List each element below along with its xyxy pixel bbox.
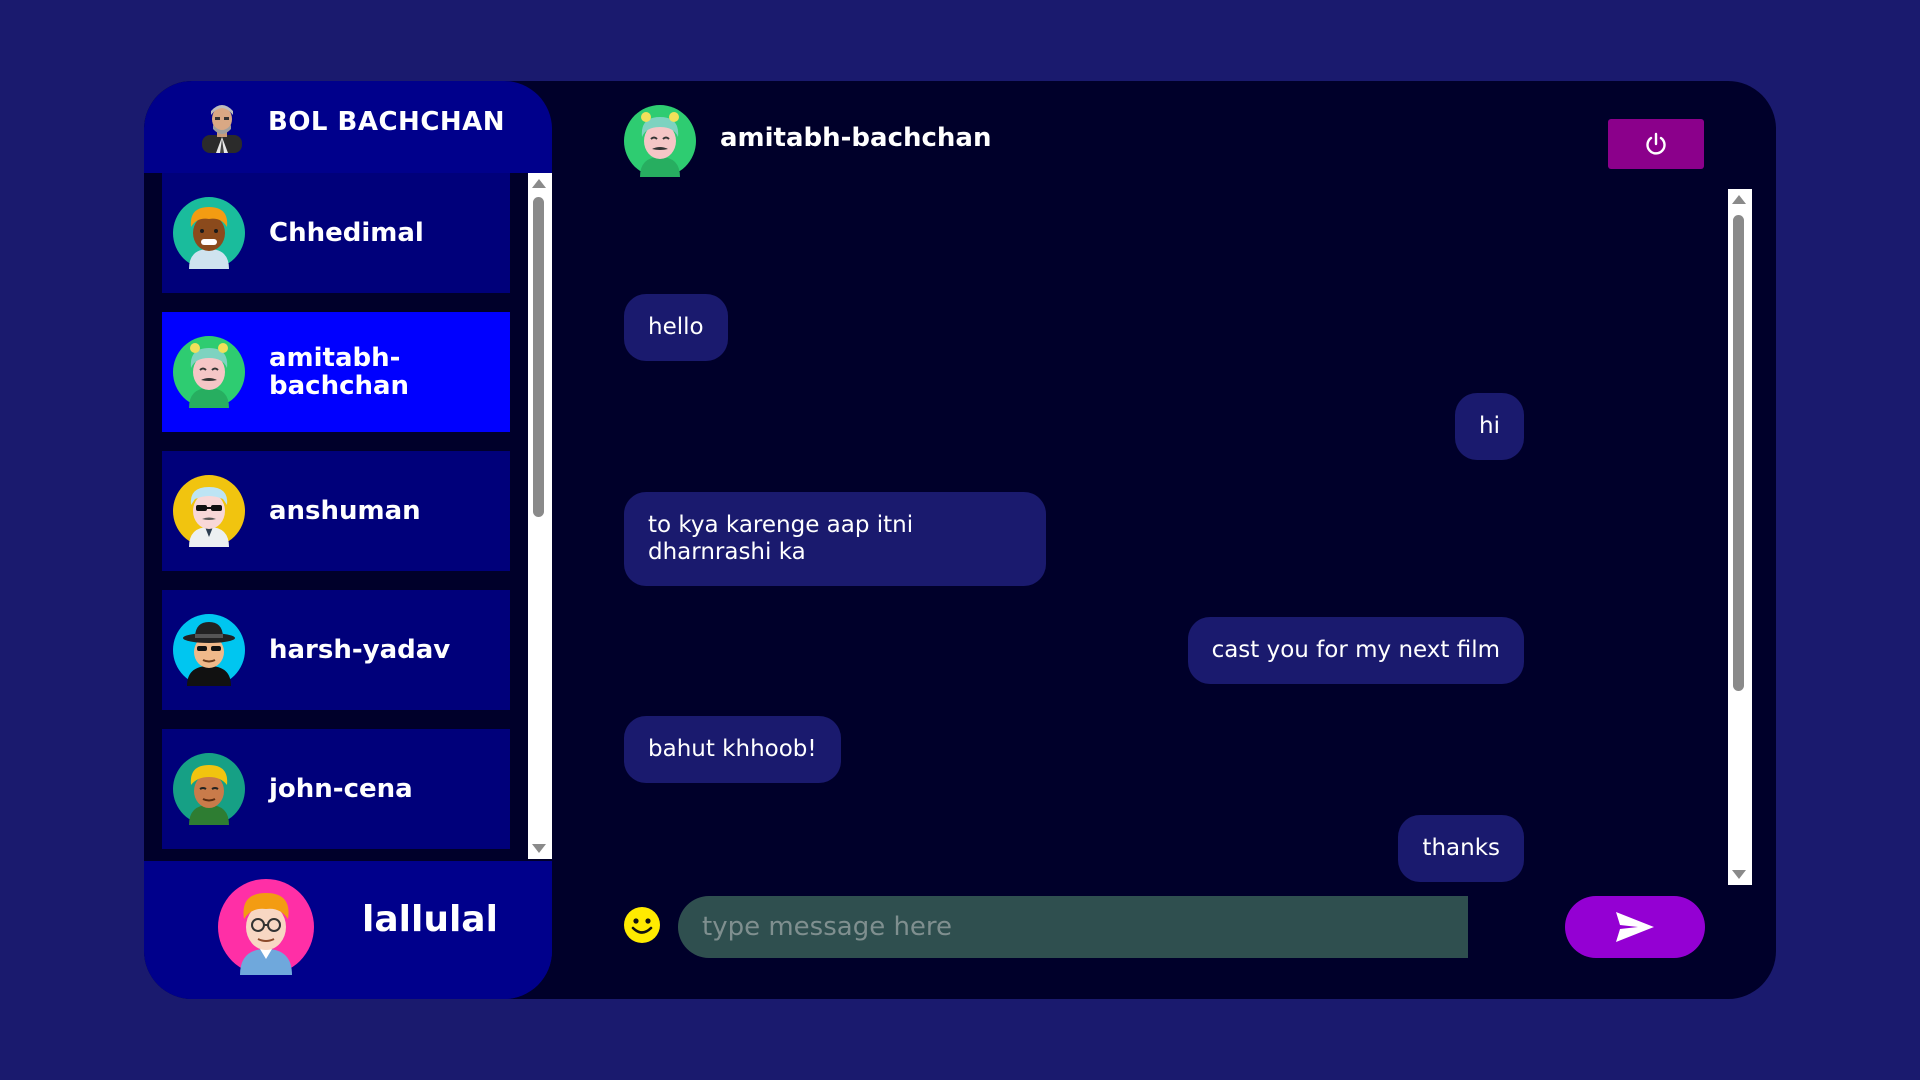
contact-item-john-cena[interactable]: john-cena: [162, 729, 510, 849]
message-bubble-sent: cast you for my next film: [1187, 617, 1524, 684]
scroll-up-arrow-icon[interactable]: [532, 179, 546, 188]
contact-name: harsh-yadav: [269, 635, 451, 665]
avatar-sunglasses-blue-hair-icon: [173, 475, 245, 547]
man-portrait-icon: [202, 105, 242, 153]
contact-name: Chhedimal: [269, 218, 424, 248]
sidebar: BOL BACHCHAN Chhedimal amitabh-bachchan …: [144, 81, 552, 999]
scroll-down-arrow-icon[interactable]: [1732, 870, 1746, 879]
contact-item-amitabh-bachchan[interactable]: amitabh-bachchan: [162, 312, 510, 432]
avatar-orange-hair-glasses-icon: [218, 879, 314, 975]
contact-name: amitabh-bachchan: [269, 343, 410, 401]
avatar-curly-orange-hair-icon: [173, 197, 245, 269]
contact-item-anshuman[interactable]: anshuman: [162, 451, 510, 571]
contact-item-harsh-yadav[interactable]: harsh-yadav: [162, 590, 510, 710]
message-bubble-received: to kya karenge aap itni dharnrashi ka: [624, 492, 1046, 586]
contact-name: anshuman: [269, 496, 421, 526]
contact-name: john-cena: [269, 774, 413, 804]
avatar-yellow-hair-icon: [173, 753, 245, 825]
avatar-green-hair-mustache-icon: [173, 336, 245, 408]
message-list-scrollbar[interactable]: [1728, 189, 1752, 885]
avatar-black-hat-sunglasses-icon: [173, 614, 245, 686]
chat-recipient-name: amitabh-bachchan: [720, 123, 992, 153]
send-arrow-icon: [1616, 912, 1654, 942]
power-icon: [1646, 132, 1666, 155]
logout-button[interactable]: [1608, 119, 1704, 169]
message-bubble-sent: thanks: [1398, 815, 1524, 882]
chat-app-window: BOL BACHCHAN Chhedimal amitabh-bachchan …: [144, 81, 1776, 999]
smiley-icon[interactable]: [622, 905, 662, 945]
scroll-up-arrow-icon[interactable]: [1732, 195, 1746, 204]
scrollbar-thumb[interactable]: [1733, 215, 1744, 691]
app-title: BOL BACHCHAN: [268, 107, 506, 137]
contact-item-chhedimal[interactable]: Chhedimal: [162, 173, 510, 293]
contact-list-scrollbar[interactable]: [528, 173, 552, 859]
brand-header: BOL BACHCHAN: [144, 81, 552, 173]
current-user-name: lallulal: [362, 899, 498, 940]
message-bubble-received: hello: [624, 294, 728, 361]
send-button[interactable]: [1565, 896, 1705, 958]
message-bubble-sent: hi: [1455, 393, 1524, 460]
scroll-down-arrow-icon[interactable]: [532, 844, 546, 853]
message-list: hello hi to kya karenge aap itni dharnra…: [624, 201, 1524, 901]
avatar-green-hair-mustache-icon: [624, 105, 696, 177]
contact-list: Chhedimal amitabh-bachchan anshuman hars…: [144, 173, 552, 941]
message-bubble-received: bahut khhoob!: [624, 716, 841, 783]
current-user-profile[interactable]: lallulal: [144, 861, 552, 999]
scrollbar-thumb[interactable]: [533, 197, 544, 517]
message-input[interactable]: [678, 896, 1468, 958]
